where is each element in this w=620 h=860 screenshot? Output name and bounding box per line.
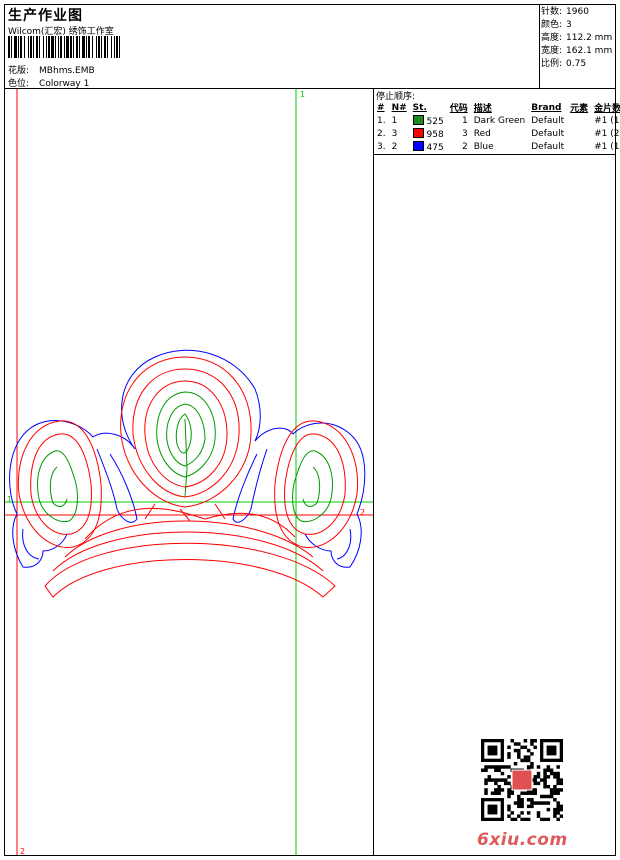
barcode-image [8,36,120,58]
page-title: 生产作业图 [8,8,83,24]
stat-value: 0.75 [566,59,587,69]
cell-brand: Default [531,141,565,152]
table-row: 2. 3 958 3 Red Default #1 (288) [374,127,620,140]
cell-index: 2. [377,128,386,139]
stat-value: 3 [566,20,572,30]
cell-sequin: #1 (288) [594,128,620,139]
cell-needle: 1 [391,115,398,126]
stat-label: 宽度: [541,46,563,56]
cell-stitch-value: 475 [426,142,444,153]
stat-label: 高度: [541,33,563,43]
colorway-value: Colorway 1 [39,79,90,89]
design-file-row: 花版: MBhms.EMB [8,63,95,76]
marker-bottom-red: 2 [20,847,26,856]
marker-top-green: 1 [300,90,306,99]
cell-description: Red [473,128,491,139]
cell-stitch-value: 958 [426,129,444,140]
color-table-bottom [373,154,616,155]
red-outline-layer [17,356,359,598]
stat-width: 宽度: 162.1 mm [541,45,612,58]
stat-value: 162.1 mm [566,46,613,56]
stat-value: 112.2 mm [566,33,613,43]
header-stats-divider [539,4,540,88]
cell-index: 3. [377,141,386,152]
cell-code: 1 [462,115,468,126]
cell-needle: 2 [391,141,398,152]
col-header: 元素 [570,104,589,114]
cell-needle: 3 [391,128,398,139]
design-file-value: MBhms.EMB [39,66,95,76]
stat-value: 1960 [566,7,589,17]
cell-brand: Default [531,128,565,139]
cell-index: 1. [377,115,386,126]
cell-description: Dark Green [473,115,526,126]
col-header: 代码 [449,104,468,114]
cell-sequin: #1 (150) [594,115,620,126]
cell-stitch-value: 525 [426,116,444,127]
stat-label: 针数: [541,7,563,17]
col-header: St. [412,102,427,113]
table-header-row: # N# St. 代码 描述 Brand 元素 金片数 [374,101,620,115]
marker-left-green: 1 [7,495,13,504]
colorway-row: 色位: Colorway 1 [8,76,89,89]
stat-scale: 比例: 0.75 [541,58,612,71]
cell-element [567,114,591,127]
table-row: 1. 1 525 1 Dark Green Default #1 (150) [374,114,620,127]
cell-code: 2 [462,141,468,152]
stat-label: 比例: [541,59,563,69]
col-header: 金片数 [594,104,620,114]
cell-stitch: 475 [410,140,447,153]
design-file-label: 花版: [8,66,30,76]
col-header: N# [391,102,407,113]
col-header: # [377,102,385,113]
cell-stitch: 958 [410,127,447,140]
sheet-column-divider [373,88,374,856]
stat-colors: 颜色: 3 [541,19,612,32]
cell-description: Blue [473,141,494,152]
stat-label: 颜色: [541,20,563,30]
stat-height: 高度: 112.2 mm [541,32,612,45]
watermark-text: 6xiu.com [477,830,568,850]
marker-right-red: 2 [360,508,366,517]
embroidery-design-preview [5,89,373,855]
qr-code-image [481,739,563,821]
col-header: Brand [531,102,562,113]
table-row: 3. 2 475 2 Blue Default #1 (108) [374,140,620,153]
stat-stitches: 针数: 1960 [541,6,612,19]
cell-element [567,140,591,153]
design-stats: 针数: 1960 颜色: 3 高度: 112.2 mm 宽度: 162.1 mm 比例:… [541,6,612,71]
cell-sequin: #1 (108) [594,141,620,152]
colorway-label: 色位: [8,79,30,89]
cell-stitch: 525 [410,114,447,127]
col-header: 描述 [473,104,492,114]
cell-code: 3 [462,128,468,139]
color-swatch [412,140,424,151]
cell-brand: Default [531,115,565,126]
cell-element [567,127,591,140]
color-swatch [412,114,424,125]
color-swatch [412,127,424,138]
color-sequence-table: # N# St. 代码 描述 Brand 元素 金片数 1. 1 525 1 D… [374,101,620,153]
